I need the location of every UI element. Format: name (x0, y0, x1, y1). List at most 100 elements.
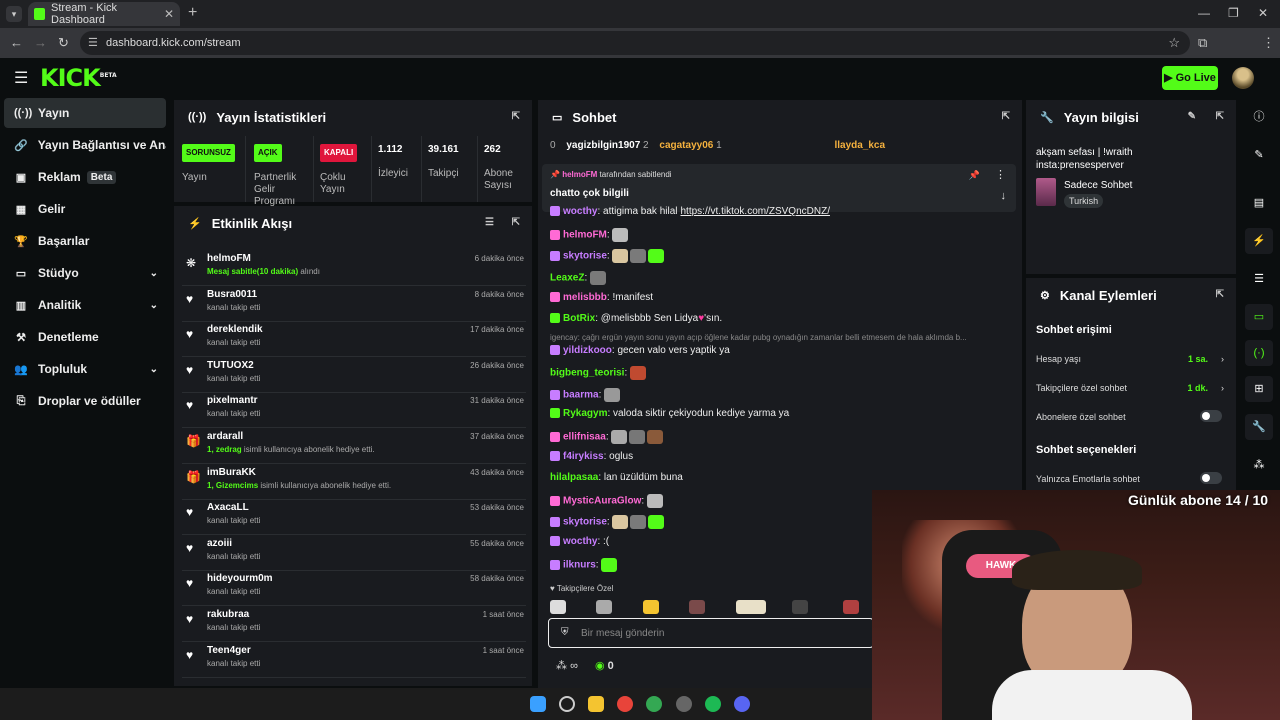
chat-username[interactable]: melisbbb (563, 292, 607, 303)
restore-icon[interactable]: ❐ (1228, 6, 1239, 20)
back-icon[interactable]: ← (10, 35, 23, 50)
chat-username[interactable]: wocthy (563, 206, 597, 217)
new-tab-icon[interactable]: + (188, 4, 197, 22)
emote-icon[interactable] (792, 599, 809, 614)
reload-icon[interactable]: ↻ (58, 35, 69, 51)
chat-icon[interactable]: ▭ (1245, 304, 1273, 330)
list-icon[interactable]: ☰ (1245, 266, 1273, 292)
folder-icon[interactable] (588, 696, 604, 712)
go-live-button[interactable]: ▶ Go Live (1162, 66, 1218, 90)
emote-icon[interactable] (642, 599, 659, 614)
followers-only-row[interactable]: Takipçilere özel sohbet 1 dk. › (1036, 383, 1226, 393)
sidebar-item-community[interactable]: 👥 Topluluk ⌄ (4, 354, 166, 384)
popout-icon[interactable]: ⇱ (1002, 111, 1010, 122)
chrome-icon[interactable] (617, 696, 633, 712)
card-icon[interactable]: ▤ (1245, 190, 1273, 216)
chat-username[interactable]: ilknurs (563, 560, 596, 571)
broadcast-icon[interactable]: (·) (1245, 340, 1273, 366)
search-icon[interactable] (559, 696, 575, 712)
chat-username[interactable]: yildizkooo (563, 345, 612, 356)
leaderboard-user[interactable]: llayda_kca (834, 140, 885, 151)
activity-username[interactable]: AxacaLL (207, 502, 249, 513)
chat-username[interactable]: skytorise (563, 517, 607, 528)
emote-icon[interactable] (842, 599, 859, 614)
spotify-icon[interactable] (705, 696, 721, 712)
sidebar-item-ads[interactable]: ▣ Reklam Beta (4, 162, 166, 192)
chat-username[interactable]: baarma (563, 390, 599, 401)
activity-username[interactable]: Teen4ger (207, 645, 251, 656)
more-icon[interactable]: ⋮ (995, 168, 1006, 181)
minimize-icon[interactable]: — (1198, 6, 1210, 20)
wrench-icon[interactable]: 🔧 (1245, 414, 1273, 440)
chat-input[interactable]: ⛨ Bir mesaj gönderin (548, 618, 874, 648)
activity-username[interactable]: pixelmantr (207, 395, 258, 406)
extensions-icon[interactable]: ⧉ (1198, 35, 1207, 51)
share-icon[interactable]: ⁂ (556, 660, 567, 672)
emote-icon[interactable] (596, 599, 613, 614)
unpin-icon[interactable]: 📌 (969, 170, 980, 181)
account-age-row[interactable]: Hesap yaşı 1 sa. › (1036, 354, 1226, 364)
expand-icon[interactable]: ↓ (1001, 190, 1007, 202)
chat-username[interactable]: f4irykiss (563, 451, 604, 462)
chat-username[interactable]: LeaxeZ (550, 273, 584, 284)
emote-icon[interactable] (689, 599, 706, 614)
pencil-icon[interactable]: ✎ (1245, 142, 1273, 168)
sidebar-item-stream-key[interactable]: 🔗 Yayın Bağlantısı ve Anahtarı (4, 130, 166, 160)
activity-username[interactable]: azoiii (207, 538, 232, 549)
chrome-active-icon[interactable] (646, 696, 662, 712)
chat-username[interactable]: skytorise (563, 251, 607, 262)
user-avatar[interactable] (1232, 67, 1254, 89)
browser-tab[interactable]: Stream - Kick Dashboard ✕ (28, 2, 180, 26)
sidebar-item-moderation[interactable]: ⚒ Denetleme (4, 322, 166, 352)
chat-username[interactable]: helmoFM (563, 230, 607, 241)
kick-logo[interactable]: KICKBETA (40, 64, 117, 92)
activity-username[interactable]: TUTUOX2 (207, 360, 254, 371)
lightning-icon[interactable]: ⚡ (1245, 228, 1273, 254)
popout-icon[interactable]: ⇱ (512, 111, 520, 122)
bookmark-star-icon[interactable]: ☆ (1168, 31, 1180, 55)
subs-only-toggle[interactable] (1200, 410, 1222, 422)
app-icon[interactable] (676, 696, 692, 712)
popout-icon[interactable]: ⇱ (512, 217, 520, 228)
chat-link[interactable]: https://vt.tiktok.com/ZSVQncDNZ/ (681, 206, 830, 217)
sidebar-item-stream[interactable]: ((·)) Yayın (4, 98, 166, 128)
emote-icon[interactable] (735, 599, 766, 614)
discord-icon[interactable] (734, 696, 750, 712)
site-info-icon[interactable]: ☰ (88, 31, 98, 55)
chat-username[interactable]: MysticAuraGlow (563, 496, 641, 507)
info-icon[interactable]: ⓘ (1245, 104, 1273, 130)
forward-icon[interactable]: → (34, 35, 47, 50)
chat-username[interactable]: BotRix (563, 313, 595, 324)
activity-username[interactable]: imBuraKK (207, 467, 256, 478)
popout-icon[interactable]: ⇱ (1216, 289, 1224, 300)
edit-icon[interactable]: ✎ (1188, 111, 1196, 122)
chat-username[interactable]: ellifnisaa (563, 432, 606, 443)
sidebar-item-drops[interactable]: ⎘ Droplar ve ödüller (4, 386, 166, 416)
leaderboard-user[interactable]: cagatayy06 (659, 140, 713, 151)
activity-username[interactable]: Busra0011 (207, 289, 257, 300)
activity-username[interactable]: dereklendik (207, 324, 263, 335)
emote-icon[interactable] (550, 599, 566, 614)
chat-username[interactable]: bigbeng_teorisi (550, 368, 624, 379)
sidebar-item-studio[interactable]: ▭ Stüdyo ⌄ (4, 258, 166, 288)
grid-icon[interactable]: ⊞ (1245, 376, 1273, 402)
activity-username[interactable]: helmoFM (207, 253, 251, 264)
emote-only-toggle[interactable] (1200, 472, 1222, 484)
chat-username[interactable]: hilalpasaa (550, 472, 598, 483)
chat-username[interactable]: wocthy (563, 536, 597, 547)
close-tab-icon[interactable]: ✕ (164, 7, 174, 21)
activity-username[interactable]: rakubraa (207, 609, 249, 620)
tab-search-icon[interactable]: ▾ (6, 6, 22, 22)
browser-menu-icon[interactable]: ⋮ (1262, 35, 1275, 51)
address-bar[interactable]: ☰ dashboard.kick.com/stream ☆ (80, 31, 1190, 55)
menu-icon[interactable]: ☰ (14, 68, 28, 88)
activity-username[interactable]: hideyourm0m (207, 573, 273, 584)
share-icon[interactable]: ⁂ (1245, 452, 1273, 478)
popout-icon[interactable]: ⇱ (1216, 111, 1224, 122)
activity-username[interactable]: ardarall (207, 431, 243, 442)
sidebar-item-achievements[interactable]: 🏆 Başarılar (4, 226, 166, 256)
filter-icon[interactable]: ☰ (485, 217, 494, 228)
leaderboard-user[interactable]: yagizbilgin1907 (566, 140, 640, 151)
windows-start-icon[interactable] (530, 696, 546, 712)
sidebar-item-analytics[interactable]: ▥ Analitik ⌄ (4, 290, 166, 320)
